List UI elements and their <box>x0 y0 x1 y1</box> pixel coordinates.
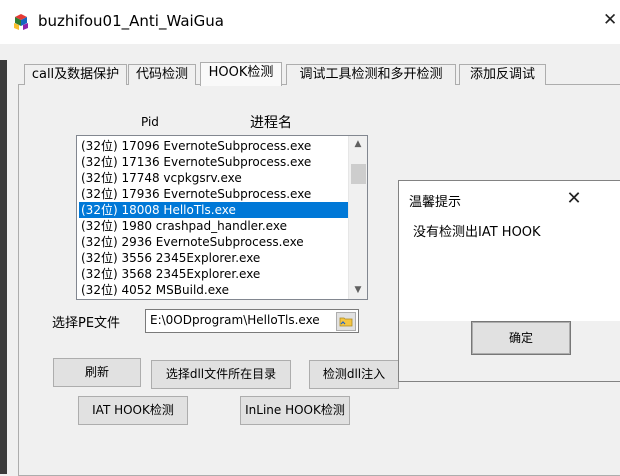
folder-icon <box>339 317 353 327</box>
window-title: buzhifou01_Anti_WaiGua <box>38 12 224 30</box>
ok-button[interactable]: 确定 <box>471 321 571 355</box>
dialog-close-icon[interactable]: ✕ <box>562 187 586 211</box>
list-item[interactable]: (32位) 17936 EvernoteSubprocess.exe <box>79 186 349 202</box>
process-list[interactable]: (32位) 17096 EvernoteSubprocess.exe (32位)… <box>76 135 368 300</box>
list-item[interactable]: (32位) 17748 vcpkgsrv.exe <box>79 170 349 186</box>
tab-add-antidebug[interactable]: 添加反调试 <box>459 64 546 85</box>
inline-hook-detect-button[interactable]: InLine HOOK检测 <box>240 396 350 425</box>
dialog-title: 温馨提示 <box>409 195 462 210</box>
dialog-title-bar: 温馨提示 ✕ <box>399 181 620 217</box>
browse-button[interactable] <box>336 312 356 331</box>
left-edge <box>0 60 7 474</box>
pe-file-path-input[interactable]: E:\0ODprogram\HelloTls.exe <box>145 309 359 333</box>
list-item-selected[interactable]: (32位) 18008 HelloTls.exe <box>79 202 349 218</box>
tab-call-protect[interactable]: call及数据保护 <box>24 64 127 85</box>
detect-dll-inject-button[interactable]: 检测dll注入 <box>309 360 399 389</box>
scroll-down-icon[interactable]: ▼ <box>349 282 367 299</box>
column-header-name: 进程名 <box>250 115 292 131</box>
scroll-thumb[interactable] <box>351 164 366 184</box>
list-item[interactable]: (32位) 17096 EvernoteSubprocess.exe <box>79 138 349 154</box>
close-icon[interactable]: ✕ <box>603 9 620 31</box>
list-item[interactable]: (32位) 3556 2345Explorer.exe <box>79 250 349 266</box>
column-header-pid: Pid <box>141 115 159 129</box>
refresh-button[interactable]: 刷新 <box>53 358 141 387</box>
scroll-up-icon[interactable]: ▲ <box>349 136 367 153</box>
iat-hook-detect-button[interactable]: IAT HOOK检测 <box>78 396 188 425</box>
tab-debugger-detect[interactable]: 调试工具检测和多开检测 <box>286 64 456 85</box>
tab-hook-detect[interactable]: HOOK检测 <box>200 62 282 86</box>
list-item[interactable]: (32位) 2936 EvernoteSubprocess.exe <box>79 234 349 250</box>
list-item[interactable]: (32位) 17136 EvernoteSubprocess.exe <box>79 154 349 170</box>
app-icon <box>14 14 28 30</box>
tab-code-detect[interactable]: 代码检测 <box>128 64 196 85</box>
vertical-scrollbar[interactable]: ▲ ▼ <box>348 136 367 299</box>
dialog-message: 没有检测出IAT HOOK <box>413 225 541 240</box>
list-item[interactable]: (32位) 1980 crashpad_handler.exe <box>79 218 349 234</box>
message-dialog: 温馨提示 ✕ 没有检测出IAT HOOK 确定 <box>398 180 620 382</box>
pe-file-label: 选择PE文件 <box>52 316 121 331</box>
pe-file-path-value: E:\0ODprogram\HelloTls.exe <box>150 313 320 327</box>
select-dll-dir-button[interactable]: 选择dll文件所在目录 <box>151 360 291 389</box>
title-bar: buzhifou01_Anti_WaiGua ✕ <box>0 0 620 44</box>
list-item[interactable]: (32位) 4052 MSBuild.exe <box>79 282 349 298</box>
list-item[interactable]: (32位) 3568 2345Explorer.exe <box>79 266 349 282</box>
